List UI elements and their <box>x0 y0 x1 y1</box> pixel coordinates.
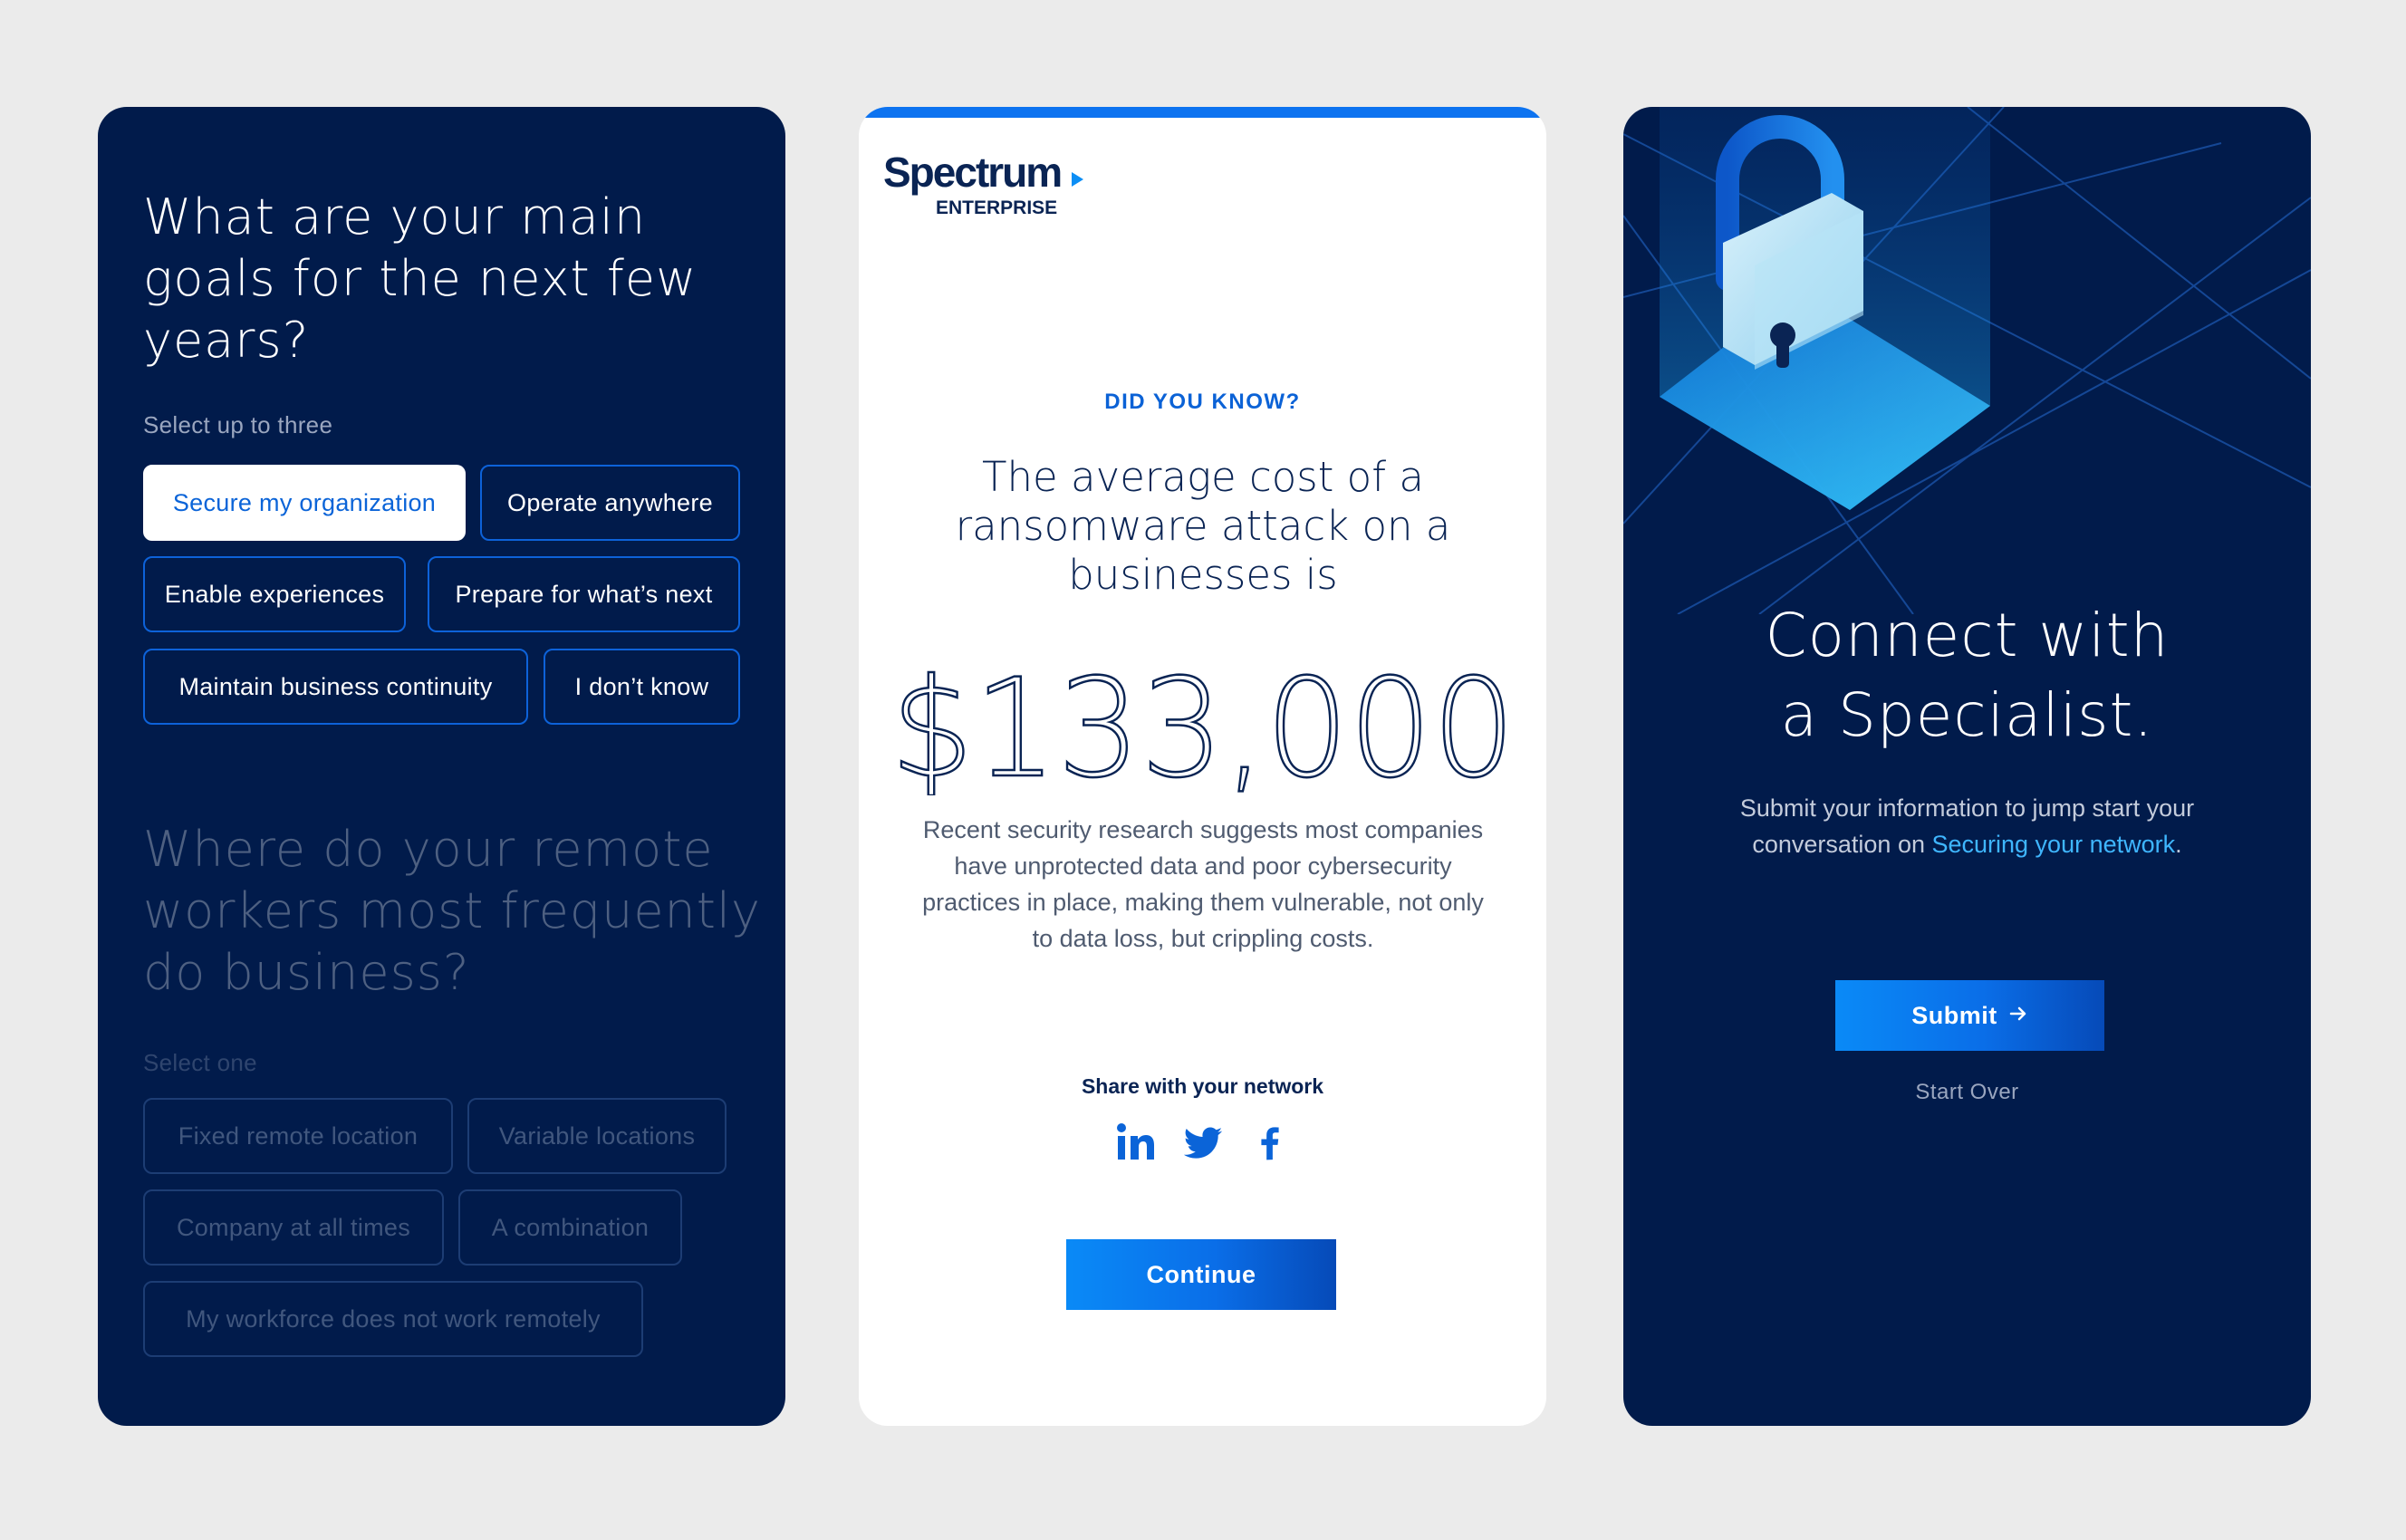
submit-label: Submit <box>1911 1001 1997 1029</box>
remote-workers-question-title: Where do your remote workers most freque… <box>143 821 761 1001</box>
svg-text:ENTERPRISE: ENTERPRISE <box>936 197 1057 218</box>
connect-title-line-2: a Specialist. <box>1780 680 2154 750</box>
facebook-icon[interactable] <box>1249 1121 1291 1163</box>
goals-question-card: What are your main goals for the next fe… <box>98 107 785 1426</box>
option-enable-experiences[interactable]: Enable experiences <box>143 556 406 632</box>
option-variable-locations[interactable]: Variable locations <box>467 1098 727 1174</box>
submit-button[interactable]: Submit <box>1835 980 2104 1051</box>
connect-specialist-card: Connect with a Specialist. Submit your i… <box>1623 107 2311 1426</box>
connect-description-period: . <box>2175 831 2182 858</box>
option-company-at-all-times[interactable]: Company at all times <box>143 1189 444 1266</box>
goals-question-title: What are your main goals for the next fe… <box>143 188 698 369</box>
goals-hint: Select up to three <box>143 411 333 438</box>
did-you-know-eyebrow: DID YOU KNOW? <box>1104 390 1301 414</box>
linkedin-icon[interactable] <box>1115 1121 1157 1163</box>
option-fixed-remote-location[interactable]: Fixed remote location <box>143 1098 453 1174</box>
security-lock-illustration <box>1623 107 2311 615</box>
option-operate-anywhere[interactable]: Operate anywhere <box>480 465 740 541</box>
arrow-right-icon <box>2008 1002 2028 1030</box>
accent-top-bar <box>859 107 1546 118</box>
option-secure-my-organization[interactable]: Secure my organization <box>143 465 466 541</box>
option-workforce-not-remote[interactable]: My workforce does not work remotely <box>143 1281 643 1357</box>
option-prepare-for-whats-next[interactable]: Prepare for what’s next <box>428 556 740 632</box>
continue-label: Continue <box>1146 1260 1256 1288</box>
option-a-combination[interactable]: A combination <box>458 1189 682 1266</box>
remote-workers-hint: Select one <box>143 1049 257 1076</box>
connect-description: Submit your information to jump start yo… <box>1732 790 2202 862</box>
option-maintain-business-continuity[interactable]: Maintain business continuity <box>143 649 528 725</box>
svg-text:$133,000: $133,000 <box>890 650 1516 795</box>
option-i-dont-know[interactable]: I don’t know <box>544 649 740 725</box>
continue-button[interactable]: Continue <box>1066 1239 1336 1310</box>
twitter-icon[interactable] <box>1182 1121 1224 1163</box>
svg-text:Spectrum: Spectrum <box>883 149 1061 196</box>
fact-statement: The average cost of a ransomware attack … <box>955 453 1451 599</box>
start-over-link[interactable]: Start Over <box>1623 1080 2311 1105</box>
securing-network-link[interactable]: Securing your network <box>1931 831 2175 858</box>
spectrum-enterprise-logo: Spectrum ENTERPRISE <box>883 149 1101 226</box>
connect-title: Connect with a Specialist. <box>1623 596 2311 756</box>
share-label: Share with your network <box>1081 1074 1324 1098</box>
fact-body-text: Recent security research suggests most c… <box>922 816 1484 952</box>
ransomware-fact-card: Spectrum ENTERPRISE DID YOU KNOW? The av… <box>859 107 1546 1426</box>
connect-title-line-1: Connect with <box>1765 601 2170 670</box>
ransomware-cost-amount: $133,000 <box>877 641 1529 810</box>
social-share-icons <box>859 1121 1546 1163</box>
